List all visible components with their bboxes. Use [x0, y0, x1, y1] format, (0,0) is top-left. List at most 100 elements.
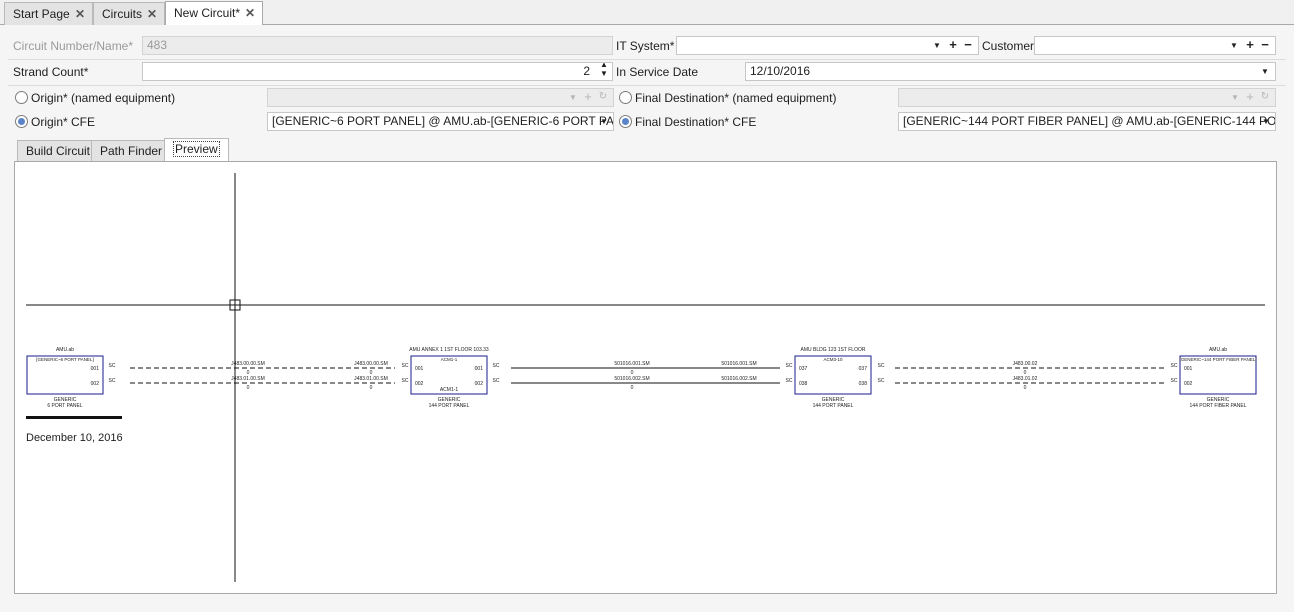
- preview-date: December 10, 2016: [26, 432, 123, 444]
- origin-cfe-radio[interactable]: [15, 115, 28, 128]
- spinner-arrows-icon[interactable]: ▲ ▼: [599, 63, 609, 78]
- equipment-header-label: ACM1-1: [441, 357, 458, 362]
- origin-named-radio[interactable]: [15, 91, 28, 104]
- tab-path-finder[interactable]: Path Finder: [91, 140, 172, 161]
- connector-label: SC: [1171, 363, 1178, 369]
- link-label: J483.01.00.SM: [354, 376, 388, 382]
- chevron-down-icon: ▼: [569, 93, 577, 102]
- link-label: 0: [247, 385, 250, 391]
- equipment-location-label: AMU BLDG 123 1ST FLOOR: [801, 347, 866, 353]
- link-label: 501016.001.SM: [614, 361, 649, 367]
- doc-tab-label: New Circuit*: [174, 6, 241, 20]
- origin-named-combo[interactable]: ▼ + ↻: [267, 88, 614, 107]
- tab-preview[interactable]: Preview: [164, 138, 229, 162]
- circuit-diagram: AMU.ab[GENERIC~6 PORT PANEL]001002GENERI…: [26, 173, 1265, 582]
- plus-icon[interactable]: +: [947, 37, 959, 54]
- plus-icon: +: [1246, 89, 1254, 104]
- it-system-combo[interactable]: ▼ + −: [676, 36, 979, 55]
- final-named-combo[interactable]: ▼ + ↻: [898, 88, 1276, 107]
- equipment-header-label: ACM3-10: [823, 357, 843, 362]
- link-label: 501016.002.SM: [721, 376, 756, 382]
- tab-label: Path Finder: [100, 144, 163, 158]
- chevron-down-icon[interactable]: ▼: [1259, 63, 1271, 80]
- strand-count-spinner[interactable]: 2 ▲ ▼: [142, 62, 613, 81]
- port-label: 038: [799, 381, 808, 387]
- circuit-number-label: Circuit Number/Name*: [13, 39, 134, 53]
- link-label: J483.00.00.SM: [354, 361, 388, 367]
- link-label: J483.01.02: [1013, 376, 1038, 382]
- equipment-location-label: AMU.ab: [1209, 347, 1227, 353]
- connector-label: SC: [878, 378, 885, 384]
- origin-named-label: Origin* (named equipment): [31, 91, 176, 105]
- scale-bar: [26, 416, 122, 419]
- connector-label: SC: [493, 378, 500, 384]
- row-separator: [8, 59, 1286, 60]
- customer-combo[interactable]: ▼ + −: [1034, 36, 1276, 55]
- final-named-radio[interactable]: [619, 91, 632, 104]
- doc-tab-label: Circuits: [102, 7, 143, 21]
- origin-cfe-value: [GENERIC~6 PORT PANEL] @ AMU.ab-[GENERIC…: [272, 114, 614, 128]
- link-label: J483.01.00.SM: [231, 376, 265, 382]
- refresh-icon: ↻: [1260, 91, 1270, 102]
- link-label: J483.00.02: [1013, 361, 1038, 367]
- link-label: J483.00.00.SM: [231, 361, 265, 367]
- port-label: 002: [415, 381, 424, 387]
- tab-label: Build Circuit: [26, 144, 91, 158]
- it-system-label: IT System*: [616, 39, 675, 53]
- doc-tab-circuits[interactable]: Circuits ✕: [93, 2, 165, 25]
- close-icon[interactable]: ✕: [146, 3, 158, 25]
- equipment-model-label: 144 PORT FIBER PANEL: [1190, 403, 1247, 409]
- refresh-icon: ↻: [598, 91, 608, 102]
- equipment-footer-label: ACM1-1: [440, 387, 459, 393]
- in-service-date-label: In Service Date: [616, 65, 699, 79]
- connector-label: SC: [402, 363, 409, 369]
- doc-tab-start-page[interactable]: Start Page ✕: [4, 2, 93, 25]
- final-cfe-radio[interactable]: [619, 115, 632, 128]
- strand-count-label: Strand Count*: [13, 65, 89, 79]
- origin-cfe-label: Origin* CFE: [31, 115, 96, 129]
- equipment-header-label: [GENERIC~6 PORT PANEL]: [36, 357, 93, 362]
- tab-label: Preview: [173, 141, 220, 157]
- close-icon[interactable]: ✕: [244, 2, 256, 24]
- connector-label: SC: [786, 378, 793, 384]
- link-label: 0: [1024, 385, 1027, 391]
- equipment-location-label: AMU ANNEX 1 1ST FLOOR 103.33: [409, 347, 489, 353]
- port-label: 037: [799, 366, 808, 372]
- plus-icon[interactable]: +: [1244, 37, 1256, 54]
- final-cfe-combo[interactable]: [GENERIC~144 PORT FIBER PANEL] @ AMU.ab-…: [898, 112, 1276, 131]
- port-label: 001: [1184, 366, 1193, 372]
- link-label: 501016.001.SM: [721, 361, 756, 367]
- connector-label: SC: [1171, 378, 1178, 384]
- doc-tab-new-circuit[interactable]: New Circuit* ✕: [165, 1, 263, 26]
- in-service-date-value: 12/10/2016: [750, 64, 811, 78]
- chevron-down-icon[interactable]: ▼: [1228, 37, 1240, 54]
- close-icon[interactable]: ✕: [74, 3, 86, 25]
- equipment-model-label: 6 PORT PANEL: [47, 403, 83, 409]
- connector-label: SC: [109, 363, 116, 369]
- connector-label: SC: [493, 363, 500, 369]
- link-label: 0: [370, 385, 373, 391]
- tab-build-circuit[interactable]: Build Circuit: [17, 140, 100, 161]
- chevron-down-icon: ▼: [1231, 93, 1239, 102]
- chevron-down-icon[interactable]: ▼: [598, 113, 610, 130]
- origin-cfe-combo[interactable]: [GENERIC~6 PORT PANEL] @ AMU.ab-[GENERIC…: [267, 112, 614, 131]
- connector-label: SC: [878, 363, 885, 369]
- final-cfe-label: Final Destination* CFE: [635, 115, 757, 129]
- chevron-down-icon[interactable]: ▼: [931, 37, 943, 54]
- equipment-model-label: 144 PORT PANEL: [429, 403, 470, 409]
- in-service-date-picker[interactable]: 12/10/2016 ▼: [745, 62, 1276, 81]
- connector-label: SC: [402, 378, 409, 384]
- port-label: 002: [91, 381, 100, 387]
- row-separator: [8, 85, 1286, 86]
- circuit-number-field[interactable]: 483: [142, 36, 613, 55]
- connector-label: SC: [786, 363, 793, 369]
- doc-tab-label: Start Page: [13, 7, 70, 21]
- port-label: 002: [1184, 381, 1193, 387]
- minus-icon[interactable]: −: [1259, 37, 1271, 54]
- port-label: 038: [859, 381, 868, 387]
- customer-label: Customer: [982, 39, 1035, 53]
- port-label: 001: [475, 366, 484, 372]
- minus-icon[interactable]: −: [962, 37, 974, 54]
- preview-panel: AMU.ab [GENERIC~6 PORT PANEL] 001 002 GENERI…: [14, 161, 1277, 594]
- chevron-down-icon[interactable]: ▼: [1260, 113, 1272, 130]
